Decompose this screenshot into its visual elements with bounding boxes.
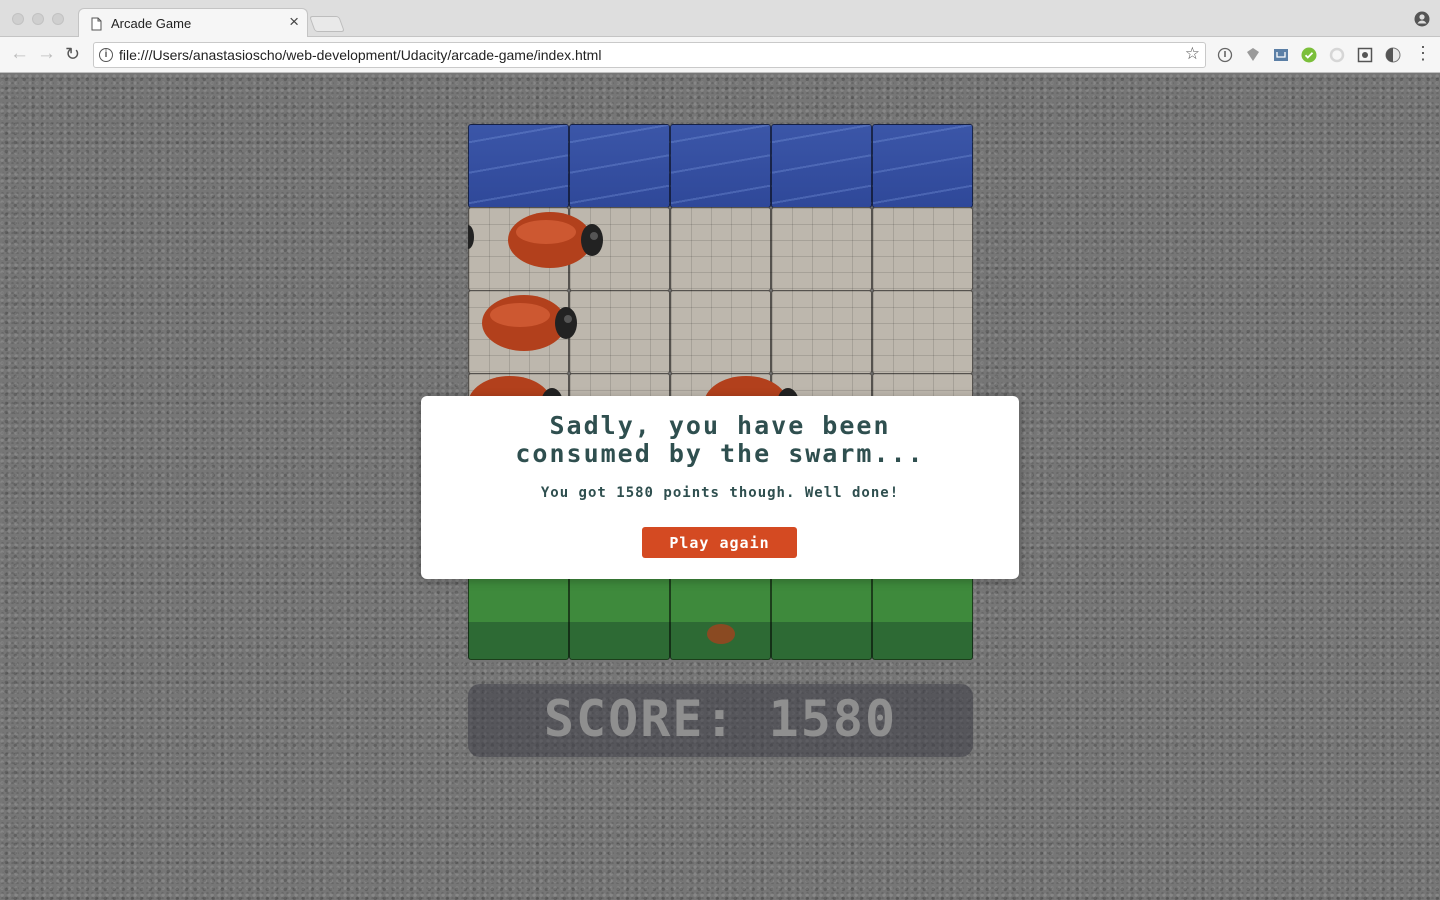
- browser-tab-strip: Arcade Game ×: [0, 0, 1440, 38]
- water-tile: [468, 124, 569, 208]
- reload-icon[interactable]: ↻: [65, 44, 80, 64]
- extension-info-icon[interactable]: [1217, 47, 1233, 63]
- extension-shield-icon[interactable]: [1245, 47, 1261, 63]
- stone-tile: [771, 290, 872, 374]
- profile-icon[interactable]: [1414, 11, 1430, 27]
- grass-tile: [872, 576, 973, 660]
- grass-tile: [771, 576, 872, 660]
- browser-menu-icon[interactable]: ⋮: [1414, 43, 1432, 63]
- score-panel: SCORE: 1580: [468, 684, 973, 757]
- document-icon: [91, 17, 102, 31]
- modal-title: Sadly, you have been consumed by the swa…: [421, 412, 1019, 468]
- modal-subtitle: You got 1580 points though. Well done!: [540, 485, 900, 501]
- grass-tile: [468, 576, 569, 660]
- enemy-bug-icon: [508, 212, 603, 268]
- stone-tile: [872, 290, 973, 374]
- stone-tile: [670, 207, 771, 291]
- extension-mail-icon[interactable]: [1273, 47, 1289, 63]
- water-tile: [872, 124, 973, 208]
- water-tile: [771, 124, 872, 208]
- extension-contrast-icon[interactable]: [1385, 47, 1401, 63]
- zoom-window-button[interactable]: [52, 13, 64, 25]
- stone-tile: [771, 207, 872, 291]
- water-tile: [670, 124, 771, 208]
- close-window-button[interactable]: [12, 13, 24, 25]
- tab-title: Arcade Game: [111, 16, 192, 31]
- extension-screenshot-icon[interactable]: [1357, 47, 1373, 63]
- extension-check-icon[interactable]: [1301, 47, 1317, 63]
- game-over-modal: Sadly, you have been consumed by the swa…: [421, 396, 1019, 579]
- game-board: [468, 124, 973, 660]
- modal-title-line2: consumed by the swarm...: [515, 439, 925, 468]
- game-page: SCORE: 1580 Sadly, you have been consume…: [0, 74, 1440, 900]
- player-icon: [707, 624, 735, 644]
- score-label: SCORE:: [543, 690, 737, 748]
- water-tile: [569, 124, 670, 208]
- enemy-bug-icon: [482, 295, 577, 351]
- browser-toolbar: ← → ↻ i file:///Users/anastasioscho/web-…: [0, 37, 1440, 73]
- new-tab-button[interactable]: [309, 16, 345, 32]
- forward-icon[interactable]: →: [37, 44, 56, 64]
- minimize-window-button[interactable]: [32, 13, 44, 25]
- browser-tab[interactable]: Arcade Game ×: [78, 8, 308, 38]
- stone-tile: [569, 290, 670, 374]
- site-info-icon[interactable]: i: [99, 48, 113, 62]
- bookmark-star-icon[interactable]: ☆: [1185, 44, 1200, 64]
- close-tab-icon[interactable]: ×: [289, 12, 299, 32]
- play-again-button[interactable]: Play again: [642, 527, 797, 558]
- enemy-bug-icon: [468, 225, 474, 249]
- score-display: SCORE: 1580: [468, 690, 973, 748]
- stone-tile: [670, 290, 771, 374]
- address-bar[interactable]: i file:///Users/anastasioscho/web-develo…: [93, 42, 1206, 68]
- modal-title-line1: Sadly, you have been: [549, 411, 891, 440]
- url-text[interactable]: file:///Users/anastasioscho/web-developm…: [119, 47, 601, 63]
- score-value: 1580: [768, 690, 898, 748]
- extension-spinner-icon[interactable]: [1329, 47, 1345, 63]
- grass-tile: [569, 576, 670, 660]
- stone-tile: [872, 207, 973, 291]
- back-icon[interactable]: ←: [10, 44, 29, 64]
